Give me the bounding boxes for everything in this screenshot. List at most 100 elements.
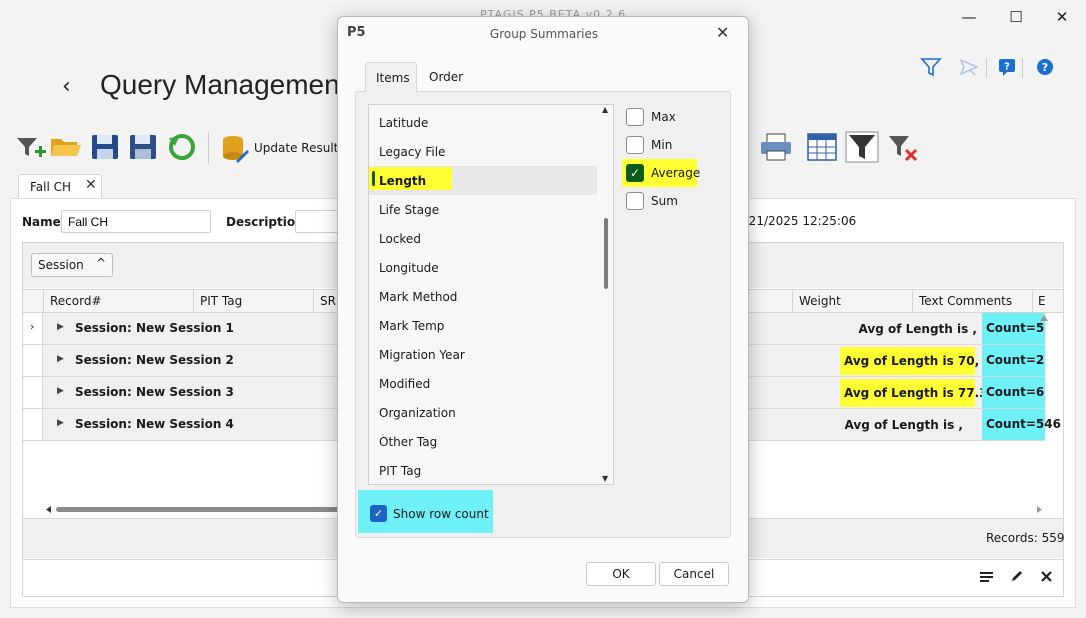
delete-x-icon[interactable] [1040,570,1053,583]
vertical-scroll-up-icon[interactable] [1039,314,1049,322]
ok-button[interactable]: OK [586,562,656,586]
expand-triangle-icon[interactable]: ▶ [57,386,64,396]
field-list-scroll-thumb[interactable] [604,218,608,289]
scroll-left-icon[interactable] [44,505,53,514]
database-icon [223,136,249,163]
refresh-icon[interactable] [165,130,199,164]
tab-items[interactable]: Items [365,62,417,92]
save-as-icon[interactable] [126,130,160,164]
list-item[interactable]: Migration Year [369,340,597,369]
list-item[interactable]: Longitude [369,253,597,282]
list-item[interactable]: Other Tag [369,427,597,456]
group-label: Session: New Session 3 [75,385,234,399]
list-item[interactable]: Organization [369,398,597,427]
header-separator [1022,58,1023,78]
column-header-pit-tag[interactable]: PIT Tag [193,289,314,313]
print-icon[interactable] [758,130,794,164]
max-label: Max [651,110,676,124]
dialog-title: Group Summaries [489,27,599,41]
filter-panel-icon[interactable] [845,130,879,164]
update-results-button[interactable]: Update Results... [220,133,356,163]
column-chooser-icon[interactable] [805,130,839,164]
maximize-button[interactable]: ☐ [1004,6,1028,28]
group-average: Avg of Length is 77.33, [840,379,1000,407]
list-item[interactable]: Latitude [369,108,597,137]
min-label: Min [651,138,673,152]
clear-filter-icon[interactable] [886,130,920,164]
tab-fall-ch[interactable]: Fall CH ✕ [18,174,102,198]
group-average: Avg of Length is , [844,418,963,432]
list-item[interactable]: Locked [369,224,597,253]
group-count: Count=546 [982,409,1061,440]
group-chip-label: Session [38,258,84,272]
list-item[interactable]: PIT Tag [369,456,597,484]
list-item[interactable]: Legacy File [369,137,597,166]
records-count: Records: 559 [986,531,1065,545]
row-indicator [23,345,43,376]
cancel-button[interactable]: Cancel [659,562,729,586]
show-row-count-checkbox[interactable]: ✓ [370,505,387,522]
group-average: Avg of Length is 70, [840,347,979,375]
p5-logo: P5 [347,25,366,40]
group-summaries-dialog: Group Summaries P5 ✕ Items Order Latitud… [337,16,749,603]
group-average: Avg of Length is , [858,322,977,336]
field-list[interactable]: Latitude Legacy File Length Life Stage L… [368,104,614,485]
window-close-button[interactable]: ✕ [1050,6,1074,28]
back-arrow-icon[interactable]: ‹ [62,74,71,99]
minimize-button[interactable]: — [957,6,981,28]
average-checkbox[interactable]: ✓ [626,164,644,182]
tab-close-icon[interactable]: ✕ [85,177,97,193]
list-item[interactable]: Life Stage [369,195,597,224]
expand-triangle-icon[interactable]: ▶ [57,322,64,332]
min-checkbox[interactable] [626,136,644,154]
name-input[interactable] [61,210,211,233]
svg-text:?: ? [1004,62,1010,73]
column-header-weight[interactable]: Weight [792,289,913,313]
selection-indicator [372,171,375,186]
group-count: Count=6 [982,377,1045,408]
add-filter-icon[interactable] [14,130,48,164]
save-icon[interactable] [88,130,122,164]
help-chat-icon[interactable]: ? [996,56,1018,78]
dialog-close-icon[interactable]: ✕ [716,23,729,42]
group-count: Count=2 [982,345,1045,376]
help-circle-icon[interactable]: ? [1034,56,1056,78]
tab-order[interactable]: Order [426,67,466,87]
menu-lines-icon[interactable] [979,570,995,584]
row-indicator: › [23,313,43,344]
send-disabled-icon [959,58,979,76]
page-title: Query Management [100,69,348,100]
average-label: Average [651,166,701,180]
max-checkbox[interactable] [626,108,644,126]
show-row-count-label: Show row count [393,507,489,521]
filter-icon[interactable] [920,56,942,78]
column-header-record[interactable]: Record# [43,289,194,313]
scroll-down-icon[interactable]: ▼ [602,474,608,483]
group-chip-session[interactable]: Session ^ [31,253,113,277]
svg-text:?: ? [1042,61,1048,74]
row-indicator [23,377,43,408]
edit-pencil-icon[interactable] [1010,569,1024,583]
expand-triangle-icon[interactable]: ▶ [57,354,64,364]
sum-checkbox[interactable] [626,192,644,210]
list-item[interactable]: Modified [369,369,597,398]
modified-date: 2/21/2025 12:25:06 [737,214,857,228]
name-label: Name: [22,215,66,229]
list-item[interactable]: Mark Method [369,282,597,311]
horizontal-scroll-thumb[interactable] [56,507,351,512]
column-header-text-comments[interactable]: Text Comments [912,289,1033,313]
row-indicator [23,409,43,440]
expand-triangle-icon[interactable]: ▶ [57,418,64,428]
column-header-ev[interactable]: Ev [1032,289,1046,313]
list-item-selected[interactable]: Length [369,166,597,195]
list-item[interactable]: Mark Temp [369,311,597,340]
scroll-right-icon[interactable] [1035,505,1044,514]
group-count: Count=5 [982,313,1045,344]
toolbar-separator [208,132,209,164]
chevron-up-icon[interactable]: ^ [96,256,106,270]
column-header-srr[interactable]: SRR [313,289,340,313]
scroll-up-icon[interactable]: ▲ [602,105,608,114]
tab-label: Fall CH [30,180,72,194]
field-list-scrollbar[interactable]: ▲ ▼ [600,105,613,484]
open-folder-icon[interactable] [49,130,83,164]
